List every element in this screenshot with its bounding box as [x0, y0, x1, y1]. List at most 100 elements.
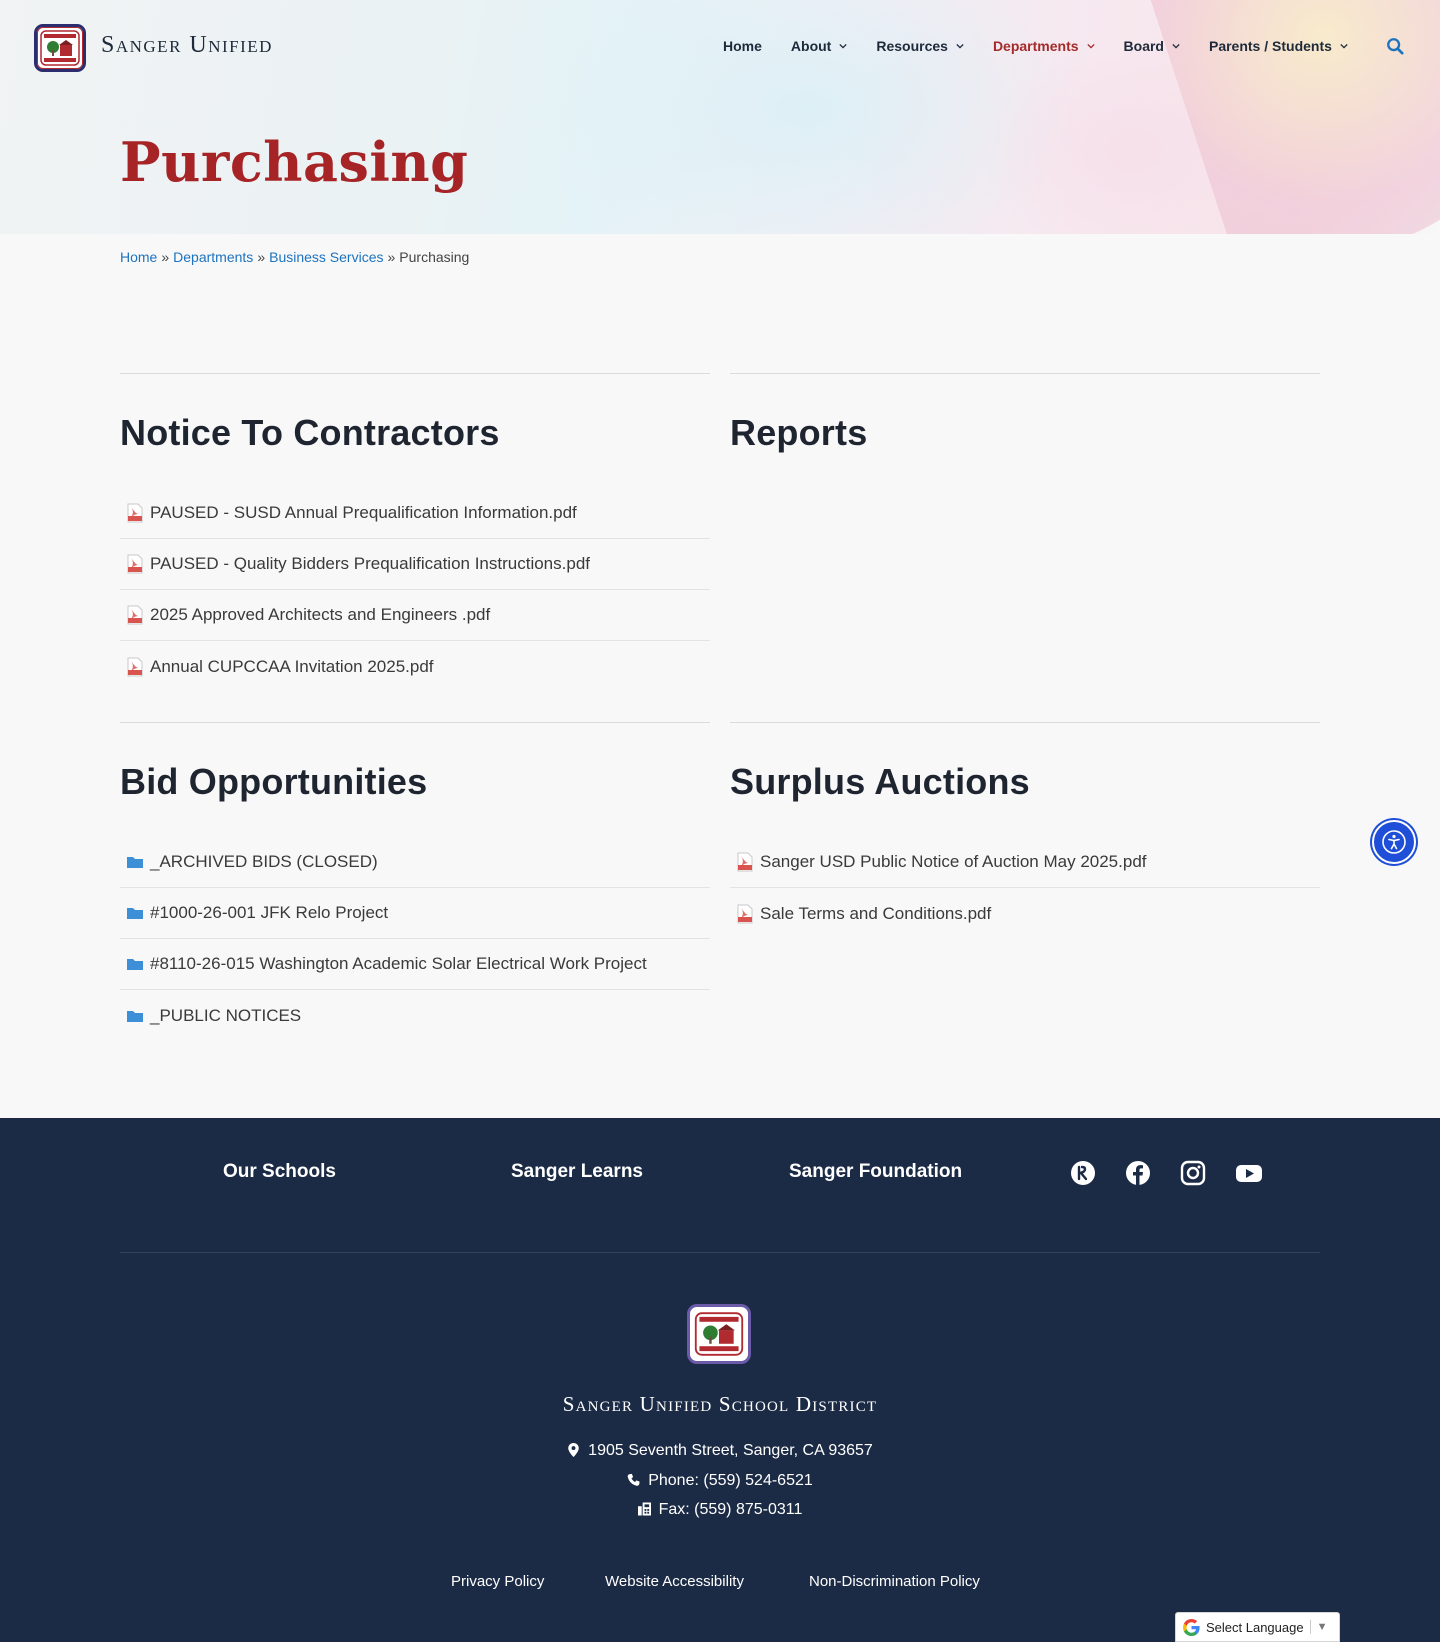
chevron-down-icon: [1340, 43, 1348, 49]
list-item[interactable]: Sale Terms and Conditions.pdf: [730, 888, 1320, 939]
nav-departments-label: Departments: [992, 38, 1079, 54]
document-link[interactable]: Annual CUPCCAA Invitation 2025.pdf: [150, 657, 434, 677]
section-title: Reports: [730, 412, 868, 453]
list-item[interactable]: _PUBLIC NOTICES: [120, 990, 710, 1041]
website-accessibility-link[interactable]: Website Accessibility: [605, 1573, 744, 1590]
accessibility-button[interactable]: [1372, 820, 1416, 864]
fax-text: Fax: (559) 875-0311: [658, 1501, 803, 1518]
main-nav: Home About Resources Departments Board P…: [723, 38, 1377, 54]
nav-home[interactable]: Home: [723, 38, 762, 54]
list-item[interactable]: 2025 Approved Architects and Engineers .…: [120, 590, 710, 641]
nav-board-label: Board: [1123, 38, 1164, 54]
document-link[interactable]: Sanger USD Public Notice of Auction May …: [760, 852, 1147, 872]
breadcrumb-business-services[interactable]: Business Services: [269, 249, 383, 265]
nav-departments[interactable]: Departments: [993, 38, 1095, 54]
pdf-file-icon: [737, 904, 753, 923]
document-link[interactable]: PAUSED - Quality Bidders Prequalificatio…: [150, 554, 590, 574]
google-icon: [1183, 1618, 1200, 1636]
breadcrumb-separator: »: [257, 249, 266, 265]
document-link[interactable]: PAUSED - SUSD Annual Prequalification In…: [150, 503, 577, 523]
district-name: Sanger Unified School District: [562, 1392, 878, 1416]
list-item[interactable]: PAUSED - SUSD Annual Prequalification In…: [120, 488, 710, 539]
section-title: Notice To Contractors: [120, 412, 500, 453]
fax-icon: [637, 1502, 651, 1516]
non-discrimination-policy-link[interactable]: Non-Discrimination Policy: [809, 1573, 980, 1590]
page-title: Purchasing: [120, 130, 469, 194]
section-notice-to-contractors: Notice To Contractors PAUSED - SUSD Annu…: [120, 373, 710, 692]
footer-link-our-schools[interactable]: Our Schools: [223, 1161, 336, 1183]
dropdown-arrow-icon: ▼: [1316, 1621, 1328, 1633]
breadcrumb-separator: »: [161, 249, 170, 265]
nav-parents-students[interactable]: Parents / Students: [1209, 38, 1348, 54]
breadcrumb-current: Purchasing: [399, 249, 470, 265]
nav-about[interactable]: About: [791, 38, 847, 54]
chevron-down-icon: [1086, 43, 1095, 49]
list-item[interactable]: _ARCHIVED BIDS (CLOSED): [120, 837, 710, 888]
section-reports: Reports: [730, 373, 1320, 488]
nav-home-label: Home: [723, 38, 762, 54]
document-link[interactable]: Sale Terms and Conditions.pdf: [760, 904, 991, 924]
divider: [1309, 1620, 1311, 1634]
section-surplus-auctions: Surplus Auctions Sanger USD Public Notic…: [730, 722, 1320, 939]
nav-about-label: About: [790, 38, 832, 54]
search-icon[interactable]: [1386, 37, 1404, 55]
phone-line: Phone: (559) 524-6521: [0, 1472, 1440, 1490]
section-title: Surplus Auctions: [730, 761, 1030, 802]
nav-parents-students-label: Parents / Students: [1208, 38, 1332, 54]
list-item[interactable]: Annual CUPCCAA Invitation 2025.pdf: [120, 641, 710, 692]
list-item[interactable]: #8110-26-015 Washington Academic Solar E…: [120, 939, 710, 990]
site-footer: Our Schools Sanger Learns Sanger Foundat…: [0, 1118, 1440, 1642]
document-link[interactable]: 2025 Approved Architects and Engineers .…: [150, 605, 490, 625]
footer-district-logo[interactable]: [687, 1304, 751, 1364]
instagram-icon[interactable]: [1180, 1160, 1206, 1186]
map-pin-icon: [568, 1443, 579, 1457]
youtube-icon[interactable]: [1235, 1160, 1263, 1186]
nav-resources[interactable]: Resources: [876, 38, 964, 54]
folder-icon: [127, 908, 143, 919]
address-line: 1905 Seventh Street, Sanger, CA 93657: [0, 1442, 1440, 1460]
document-list: PAUSED - SUSD Annual Prequalification In…: [120, 488, 710, 692]
language-selector-label: Select Language: [1206, 1619, 1304, 1635]
rooms-icon[interactable]: [1070, 1160, 1096, 1186]
folder-link[interactable]: #1000-26-001 JFK Relo Project: [150, 903, 388, 923]
site-title[interactable]: Sanger Unified: [101, 32, 273, 59]
fax-line: Fax: (559) 875-0311: [0, 1501, 1440, 1519]
nav-resources-label: Resources: [876, 38, 948, 54]
address-text: 1905 Seventh Street, Sanger, CA 93657: [588, 1442, 873, 1459]
chevron-down-icon: [1172, 43, 1180, 49]
folder-link[interactable]: _ARCHIVED BIDS (CLOSED): [150, 852, 378, 872]
language-selector[interactable]: Select Language ▼: [1175, 1612, 1340, 1642]
pdf-file-icon: [737, 852, 753, 872]
footer-link-sanger-learns[interactable]: Sanger Learns: [511, 1161, 643, 1183]
footer-divider: [120, 1252, 1320, 1253]
document-list: Sanger USD Public Notice of Auction May …: [730, 837, 1320, 939]
privacy-policy-link[interactable]: Privacy Policy: [451, 1573, 544, 1590]
district-logo[interactable]: [34, 24, 86, 72]
pdf-file-icon: [127, 605, 143, 625]
chevron-down-icon: [839, 43, 847, 49]
breadcrumb: Home» Departments» Business Services» Purch…: [120, 249, 469, 265]
folder-icon: [127, 857, 143, 868]
folder-link[interactable]: #8110-26-015 Washington Academic Solar E…: [150, 954, 647, 974]
pdf-file-icon: [127, 554, 143, 574]
list-item[interactable]: PAUSED - Quality Bidders Prequalificatio…: [120, 539, 710, 590]
breadcrumb-home[interactable]: Home: [120, 249, 157, 265]
footer-link-sanger-foundation[interactable]: Sanger Foundation: [789, 1161, 962, 1183]
accessibility-icon: [1382, 830, 1406, 854]
folder-link[interactable]: _PUBLIC NOTICES: [150, 1006, 301, 1026]
facebook-icon[interactable]: [1125, 1160, 1151, 1186]
section-title: Bid Opportunities: [120, 761, 428, 802]
section-bid-opportunities: Bid Opportunities _ARCHIVED BIDS (CLOSED…: [120, 722, 710, 1041]
nav-board[interactable]: Board: [1124, 38, 1180, 54]
folder-icon: [127, 1010, 143, 1022]
list-item[interactable]: #1000-26-001 JFK Relo Project: [120, 888, 710, 939]
chevron-down-icon: [956, 43, 964, 49]
folder-icon: [127, 959, 143, 970]
folder-list: _ARCHIVED BIDS (CLOSED) #1000-26-001 JFK…: [120, 837, 710, 1041]
list-item[interactable]: Sanger USD Public Notice of Auction May …: [730, 837, 1320, 888]
pdf-file-icon: [127, 657, 143, 676]
phone-text[interactable]: Phone: (559) 524-6521: [648, 1472, 813, 1489]
breadcrumb-separator: »: [387, 249, 396, 265]
phone-icon: [627, 1473, 640, 1486]
breadcrumb-departments[interactable]: Departments: [173, 249, 253, 265]
